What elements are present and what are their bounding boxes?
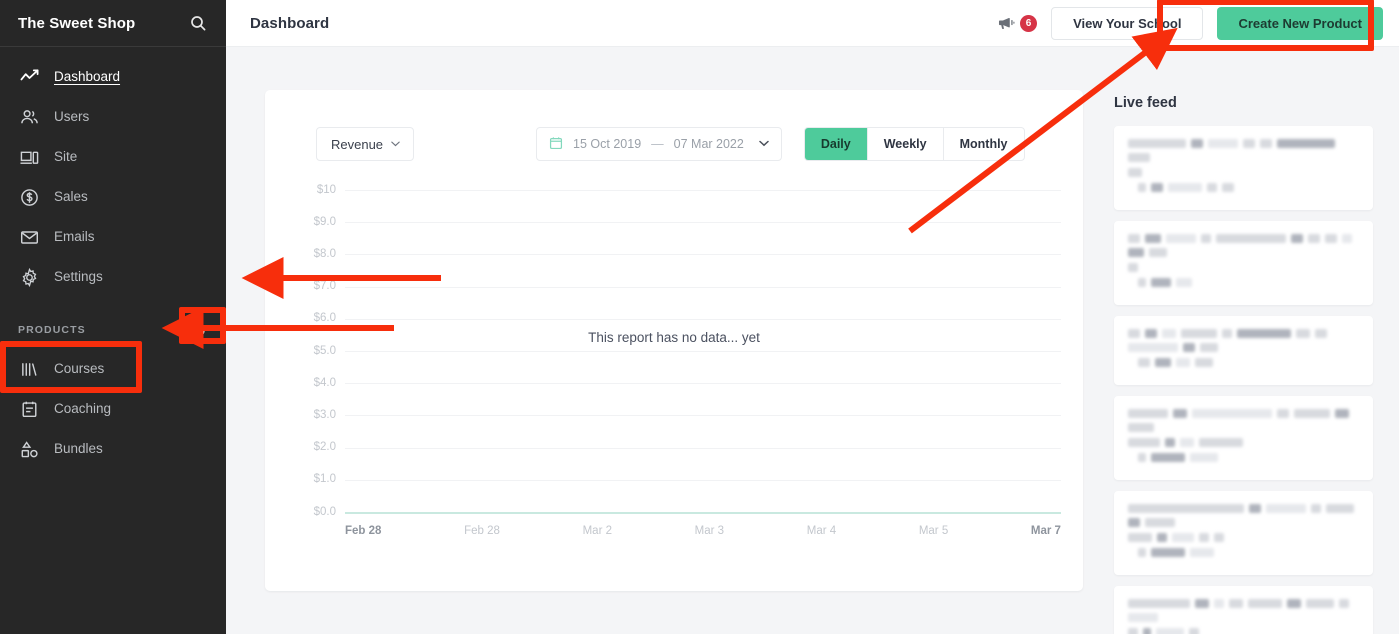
sidebar-item-label: Coaching (54, 401, 112, 417)
sidebar-item-label: Site (54, 149, 78, 165)
sidebar-item-coaching[interactable]: Coaching (0, 389, 226, 429)
dashboard-screen: The Sweet Shop Dashboard Users Site Sale… (0, 0, 1399, 634)
books-icon (18, 358, 40, 380)
products-section-title: PRODUCTS (18, 324, 86, 336)
arrow-to-create-new-product (908, 27, 1178, 234)
sidebar-item-label: Settings (54, 269, 103, 285)
sidebar-item-label: Users (54, 109, 90, 125)
shapes-icon (18, 438, 40, 460)
brand-title: The Sweet Shop (18, 14, 136, 32)
sidebar-item-dashboard[interactable]: Dashboard (0, 57, 226, 97)
sidebar-item-settings[interactable]: Settings (0, 257, 226, 297)
dollar-circle-icon (18, 186, 40, 208)
sidebar-item-label: Bundles (54, 441, 103, 457)
envelope-icon (18, 226, 40, 248)
clipboard-icon (18, 398, 40, 420)
sidebar-brand-row: The Sweet Shop (0, 0, 226, 47)
annotation-overlay (161, 27, 1178, 349)
devices-icon (18, 146, 40, 168)
sidebar-item-label: Courses (54, 361, 105, 377)
products-section-header: PRODUCTS (0, 297, 226, 349)
trend-line-icon (18, 66, 40, 88)
sidebar-item-label: Dashboard (54, 69, 121, 85)
sidebar-item-site[interactable]: Site (0, 137, 226, 177)
sidebar-item-label: Emails (54, 229, 95, 245)
sidebar-item-users[interactable]: Users (0, 97, 226, 137)
sidebar-item-bundles[interactable]: Bundles (0, 429, 226, 469)
gear-icon (18, 266, 40, 288)
sidebar-item-sales[interactable]: Sales (0, 177, 226, 217)
search-icon[interactable] (188, 13, 208, 33)
sidebar-item-emails[interactable]: Emails (0, 217, 226, 257)
sidebar-item-courses[interactable]: Courses (0, 349, 226, 389)
people-icon (18, 106, 40, 128)
sidebar-item-label: Sales (54, 189, 88, 205)
main-area: Dashboard 6 View Your School Create New … (161, 0, 1399, 634)
sidebar: The Sweet Shop Dashboard Users Site Sale… (0, 0, 226, 634)
sidebar-nav: Dashboard Users Site Sales Emails Settin… (0, 47, 226, 469)
